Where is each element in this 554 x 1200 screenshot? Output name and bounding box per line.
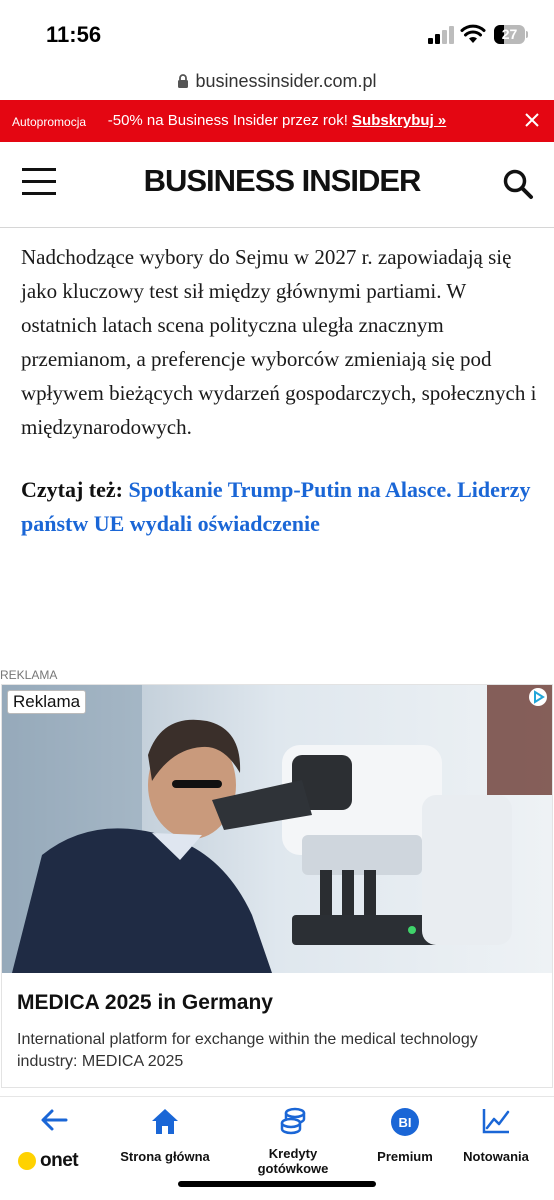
battery-level: 27 — [501, 26, 518, 42]
bi-icon: BI — [391, 1108, 419, 1136]
hamburger-icon[interactable] — [22, 168, 56, 196]
promo-text: -50% na Business Insider przez rok! — [107, 112, 348, 129]
subscribe-link[interactable]: Subskrybuj » — [352, 112, 446, 129]
nav-label-premium: Premium — [377, 1149, 433, 1164]
nav-label-home: Strona główna — [120, 1149, 210, 1164]
battery-icon: 27 — [494, 25, 528, 44]
site-logo[interactable]: BUSINESS INSIDER — [120, 163, 444, 199]
home-icon — [152, 1109, 178, 1134]
nav-loans[interactable]: Kredyty gotówkowe — [240, 1107, 346, 1176]
ad-section-label: REKLAMA — [0, 668, 58, 682]
nav-label-loans: Kredyty gotówkowe — [257, 1146, 329, 1176]
ad-illustration — [2, 685, 552, 973]
status-bar: 11:56 27 — [0, 0, 554, 64]
read-also-label: Czytaj też: — [21, 477, 123, 502]
search-icon[interactable] — [502, 168, 534, 200]
url-text: businessinsider.com.pl — [195, 70, 377, 91]
home-indicator[interactable] — [178, 1181, 376, 1187]
nav-label-quotes: Notowania — [463, 1149, 529, 1164]
article-paragraph: Nadchodzące wybory do Sejmu w 2027 r. za… — [21, 245, 537, 439]
chart-icon — [482, 1109, 510, 1134]
promo-message: -50% na Business Insider przez rok! Subs… — [0, 112, 554, 129]
lock-icon — [178, 74, 189, 88]
ad-badge: Reklama — [7, 690, 87, 714]
nav-premium[interactable]: BI Premium — [366, 1107, 444, 1164]
onet-logo-dot — [18, 1152, 36, 1170]
status-time: 11:56 — [46, 22, 102, 47]
nav-onet[interactable]: onet — [18, 1107, 88, 1172]
nav-quotes[interactable]: Notowania — [454, 1107, 538, 1164]
close-icon[interactable] — [524, 112, 540, 128]
signal-icon — [428, 26, 454, 44]
site-header: BUSINESS INSIDER — [0, 142, 554, 228]
read-also: Czytaj też: Spotkanie Trump-Putin na Ala… — [21, 473, 537, 541]
wifi-icon — [460, 24, 486, 43]
promo-banner: Autopromocja -50% na Business Insider pr… — [0, 100, 554, 142]
ad-description: International platform for exchange with… — [17, 1031, 478, 1070]
svg-text:BI: BI — [399, 1115, 412, 1130]
ad-card[interactable]: Reklama MEDICA 2025 in Germany Internati… — [1, 684, 553, 1088]
article-body: Nadchodzące wybory do Sejmu w 2027 r. za… — [21, 240, 537, 541]
address-bar[interactable]: businessinsider.com.pl — [0, 64, 554, 98]
ad-image[interactable]: Reklama — [2, 685, 552, 973]
nav-home[interactable]: Strona główna — [108, 1107, 222, 1164]
nav-label-onet: onet — [40, 1150, 79, 1171]
back-arrow-icon — [41, 1109, 68, 1131]
ad-title[interactable]: MEDICA 2025 in Germany — [17, 991, 273, 1015]
coins-icon — [280, 1107, 306, 1135]
adchoices-icon[interactable] — [528, 687, 548, 707]
